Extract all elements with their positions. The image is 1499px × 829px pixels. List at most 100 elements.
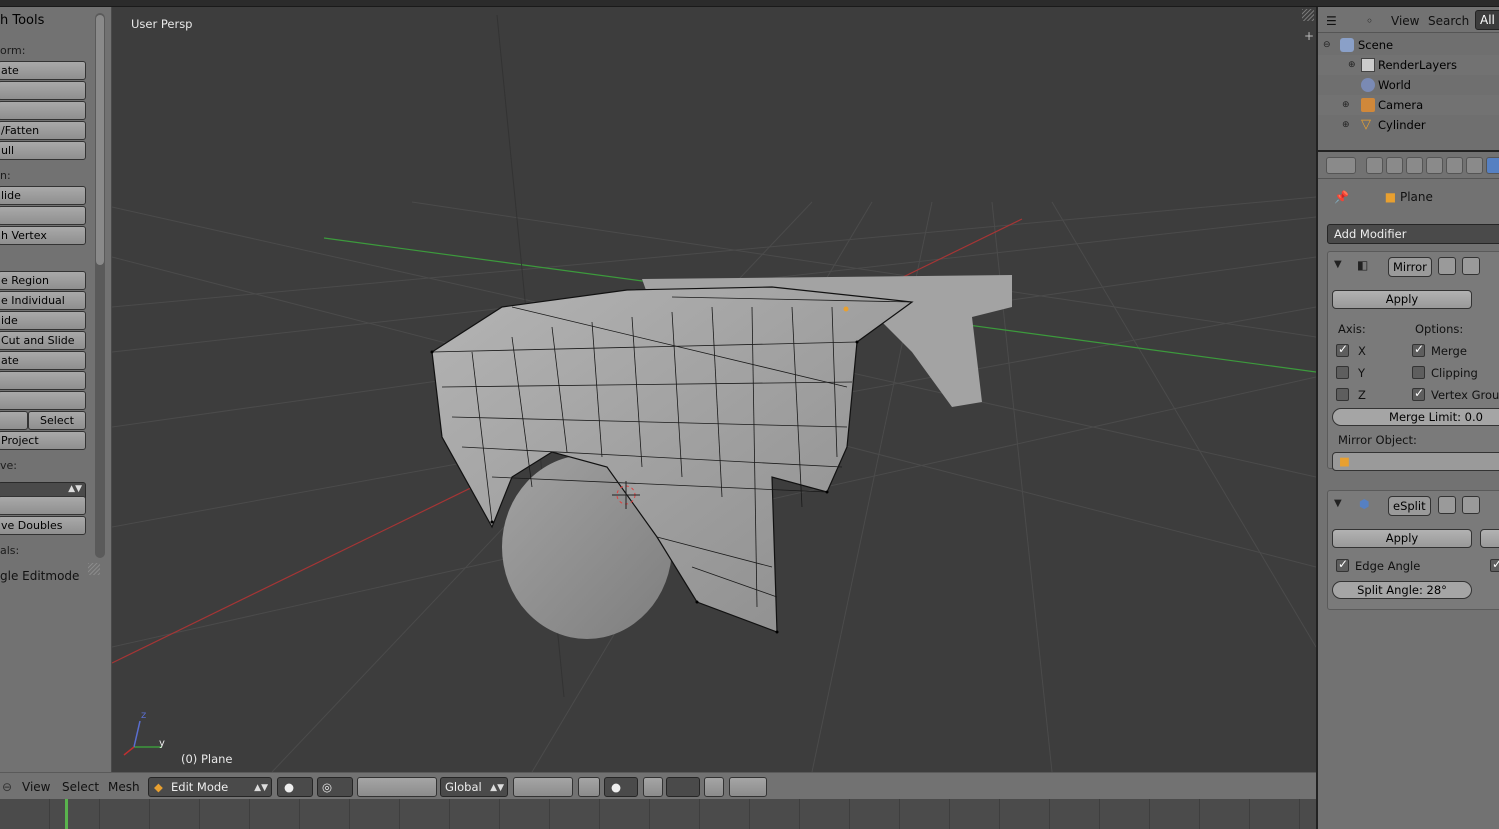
proportional-editing[interactable]: ●: [604, 777, 638, 797]
tool-button-6[interactable]: lide: [0, 186, 86, 205]
eye-icon[interactable]: [1462, 257, 1480, 275]
axis-y-checkbox[interactable]: [1336, 366, 1349, 379]
render-visibility-icon[interactable]: [1438, 257, 1456, 275]
filter-all-button[interactable]: All: [1475, 10, 1499, 30]
edge-angle-checkbox[interactable]: [1336, 557, 1349, 572]
pin-icon[interactable]: 📌: [1334, 190, 1349, 204]
outliner-view-menu[interactable]: View: [1391, 14, 1419, 28]
merge-limit-slider[interactable]: Merge Limit: 0.0: [1332, 408, 1499, 426]
tool-button-10[interactable]: e Individual: [0, 291, 86, 310]
current-frame-marker[interactable]: [65, 799, 68, 829]
remove-section-label: ve:: [0, 459, 17, 472]
outliner-item-renderlayers[interactable]: ⊕ RenderLayers: [1318, 55, 1499, 75]
display-mode-icon[interactable]: ☰: [1326, 14, 1337, 28]
add-modifier-dropdown[interactable]: Add Modifier: [1327, 224, 1499, 244]
tool-shelf-scrollbar[interactable]: [95, 13, 105, 558]
outliner-search-menu[interactable]: Search: [1428, 14, 1469, 28]
manipulator-toggles[interactable]: [357, 777, 437, 797]
outliner-item-cylinder[interactable]: ⊕ ▽ Cylinder: [1318, 115, 1499, 135]
layers-tab[interactable]: [1386, 157, 1403, 174]
tool-button-13[interactable]: ate: [0, 351, 86, 370]
sharp-edges-checkbox[interactable]: [1490, 557, 1499, 572]
collapse-icon[interactable]: ⊖: [1323, 35, 1331, 55]
panel-label: gle Editmode: [0, 569, 80, 583]
snap-element-selector[interactable]: [666, 777, 700, 797]
merge-checkbox[interactable]: [1412, 342, 1425, 357]
edgesplit-copy-button[interactable]: [1480, 529, 1499, 548]
view-menu[interactable]: View: [22, 780, 50, 794]
updown-arrows-icon: ▲▼: [68, 484, 82, 494]
mirror-object-label: Mirror Object:: [1338, 433, 1417, 447]
eye-icon[interactable]: [1462, 496, 1480, 514]
tool-button-7[interactable]: [0, 206, 86, 225]
mirror-apply-button[interactable]: Apply: [1332, 290, 1472, 309]
tool-button-17[interactable]: Project: [0, 431, 86, 450]
tool-button-15[interactable]: [0, 391, 86, 410]
mesh-menu[interactable]: Mesh: [108, 780, 140, 794]
split-angle-slider[interactable]: Split Angle: 28°: [1332, 581, 1472, 599]
tool-button-3[interactable]: [0, 101, 86, 120]
editor-type-icon[interactable]: ⊖: [2, 780, 12, 794]
select-menu[interactable]: Select: [62, 780, 99, 794]
expand-panel-icon[interactable]: +: [1304, 29, 1314, 43]
expand-icon[interactable]: ⊕: [1342, 95, 1350, 115]
camera-icon: [1361, 98, 1375, 112]
constraints-tab[interactable]: [1466, 157, 1483, 174]
viewport-corner-grip-icon[interactable]: [1302, 9, 1314, 21]
modifiers-tab[interactable]: [1486, 157, 1499, 174]
outliner-item-scene[interactable]: ⊖ Scene: [1318, 35, 1499, 55]
pivot-selector[interactable]: ◎: [317, 777, 353, 797]
vertex-groups-label: Vertex Groups: [1431, 388, 1499, 402]
select-mode-buttons[interactable]: [513, 777, 573, 797]
expand-icon[interactable]: ⊕: [1348, 55, 1356, 75]
outliner-item-camera[interactable]: ⊕ Camera: [1318, 95, 1499, 115]
tool-button-12[interactable]: Cut and Slide: [0, 331, 86, 350]
outliner-item-world[interactable]: World: [1318, 75, 1499, 95]
options-label: Options:: [1415, 322, 1464, 336]
collapse-triangle-icon[interactable]: ▼: [1334, 259, 1342, 270]
collapse-triangle-icon[interactable]: ▼: [1334, 498, 1342, 509]
tool-button-2[interactable]: [0, 81, 86, 100]
axis-z-checkbox[interactable]: [1336, 388, 1349, 401]
vertex-groups-checkbox[interactable]: [1412, 386, 1425, 401]
axis-x-checkbox[interactable]: [1336, 342, 1349, 357]
tool-button-4[interactable]: /Fatten: [0, 121, 86, 140]
scene-tab[interactable]: [1406, 157, 1423, 174]
snap-toggle[interactable]: [643, 777, 663, 797]
tool-button-16[interactable]: [0, 411, 28, 430]
panel-grip-icon[interactable]: [88, 563, 100, 575]
mirror-object-field[interactable]: ■: [1332, 452, 1499, 471]
render-toggle[interactable]: [704, 777, 724, 797]
remove-doubles-button[interactable]: ve Doubles: [0, 516, 86, 535]
mode-label: Edit Mode: [171, 780, 229, 794]
tool-button-1[interactable]: ate: [0, 61, 86, 80]
clipping-checkbox[interactable]: [1412, 366, 1425, 379]
tool-button-14[interactable]: [0, 371, 86, 390]
tool-button-11[interactable]: ide: [0, 311, 86, 330]
mode-selector[interactable]: ◆ Edit Mode ▲▼: [148, 777, 272, 797]
mirror-modifier-name[interactable]: Mirror: [1388, 257, 1432, 277]
occlude-toggle[interactable]: [578, 777, 600, 797]
shading-selector[interactable]: ●: [277, 777, 313, 797]
world-tab[interactable]: [1426, 157, 1443, 174]
3d-view-header: ⊖ View Select Mesh ◆ Edit Mode ▲▼ ● ◎ Gl…: [0, 772, 1316, 799]
object-tab[interactable]: [1446, 157, 1463, 174]
3d-viewport[interactable]: User Persp z y (0) Plane +: [112, 7, 1316, 772]
tool-button-18[interactable]: [0, 496, 86, 515]
edgesplit-modifier-name[interactable]: eSplit: [1388, 496, 1431, 516]
normals-section-label: als:: [0, 544, 20, 557]
scrollbar-thumb[interactable]: [96, 15, 104, 265]
expand-icon[interactable]: ⊕: [1342, 115, 1350, 135]
orientation-selector[interactable]: Global ▲▼: [440, 777, 508, 797]
filter-icon[interactable]: ◦: [1366, 14, 1373, 28]
tool-button-8[interactable]: h Vertex: [0, 226, 86, 245]
edgesplit-apply-button[interactable]: Apply: [1332, 529, 1472, 548]
select-button[interactable]: Select: [28, 411, 86, 430]
timeline[interactable]: [0, 799, 1316, 829]
editor-type-icon[interactable]: [1326, 157, 1356, 174]
render-buttons[interactable]: [729, 777, 767, 797]
tool-button-5[interactable]: ull: [0, 141, 86, 160]
tool-button-9[interactable]: e Region: [0, 271, 86, 290]
render-visibility-icon[interactable]: [1438, 496, 1456, 514]
render-tab[interactable]: [1366, 157, 1383, 174]
